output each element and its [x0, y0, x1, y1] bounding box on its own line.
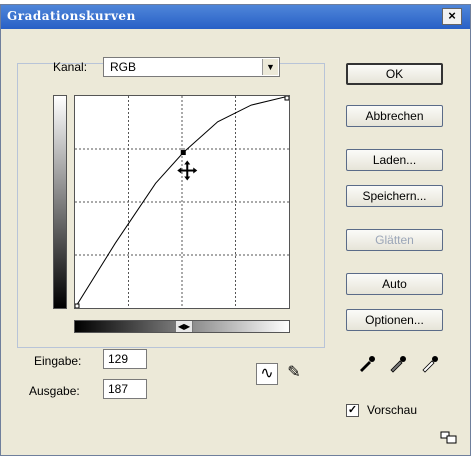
- curves-dialog: Gradationskurven × Kanal: RGB ▼ ◀▶ Einga…: [0, 4, 471, 456]
- gradient-toggle-icon[interactable]: ◀▶: [175, 321, 193, 332]
- curve-endpoint-white[interactable]: [284, 96, 289, 101]
- resize-icon[interactable]: [440, 431, 458, 445]
- output-label: Ausgabe:: [29, 384, 80, 398]
- pencil-tool-icon[interactable]: ✎: [283, 363, 305, 385]
- window-title: Gradationskurven: [7, 9, 136, 23]
- channel-value: RGB: [110, 60, 137, 74]
- cancel-button[interactable]: Abbrechen: [346, 105, 443, 127]
- smooth-button[interactable]: Glätten: [346, 229, 443, 251]
- curve-graph[interactable]: [74, 95, 290, 309]
- save-button[interactable]: Speichern...: [346, 185, 443, 207]
- input-gradient-bar[interactable]: ◀▶: [74, 320, 290, 333]
- ok-button[interactable]: OK: [346, 63, 443, 85]
- load-button[interactable]: Laden...: [346, 149, 443, 171]
- input-field[interactable]: 129: [103, 349, 147, 369]
- close-button[interactable]: ×: [442, 8, 462, 25]
- title-bar[interactable]: Gradationskurven ×: [1, 5, 470, 29]
- options-button[interactable]: Optionen...: [346, 309, 443, 331]
- curve-tool-icon[interactable]: ∿: [256, 363, 278, 385]
- preview-label: Vorschau: [367, 403, 418, 417]
- output-field[interactable]: 187: [103, 379, 147, 399]
- eyedropper-white-icon[interactable]: [419, 353, 441, 375]
- move-cursor-icon: [177, 160, 198, 181]
- channel-label: Kanal:: [53, 60, 88, 74]
- output-gradient-bar: [53, 95, 67, 309]
- curve-endpoint-black[interactable]: [75, 303, 80, 308]
- input-label: Eingabe:: [34, 354, 82, 368]
- auto-button[interactable]: Auto: [346, 273, 443, 295]
- eyedropper-black-icon[interactable]: [356, 353, 378, 375]
- eyedropper-gray-icon[interactable]: [387, 353, 409, 375]
- preview-checkbox[interactable]: ✓: [346, 404, 359, 417]
- curve-selected-point[interactable]: [180, 150, 186, 156]
- channel-select[interactable]: RGB ▼: [103, 57, 280, 77]
- chevron-down-icon[interactable]: ▼: [262, 59, 278, 75]
